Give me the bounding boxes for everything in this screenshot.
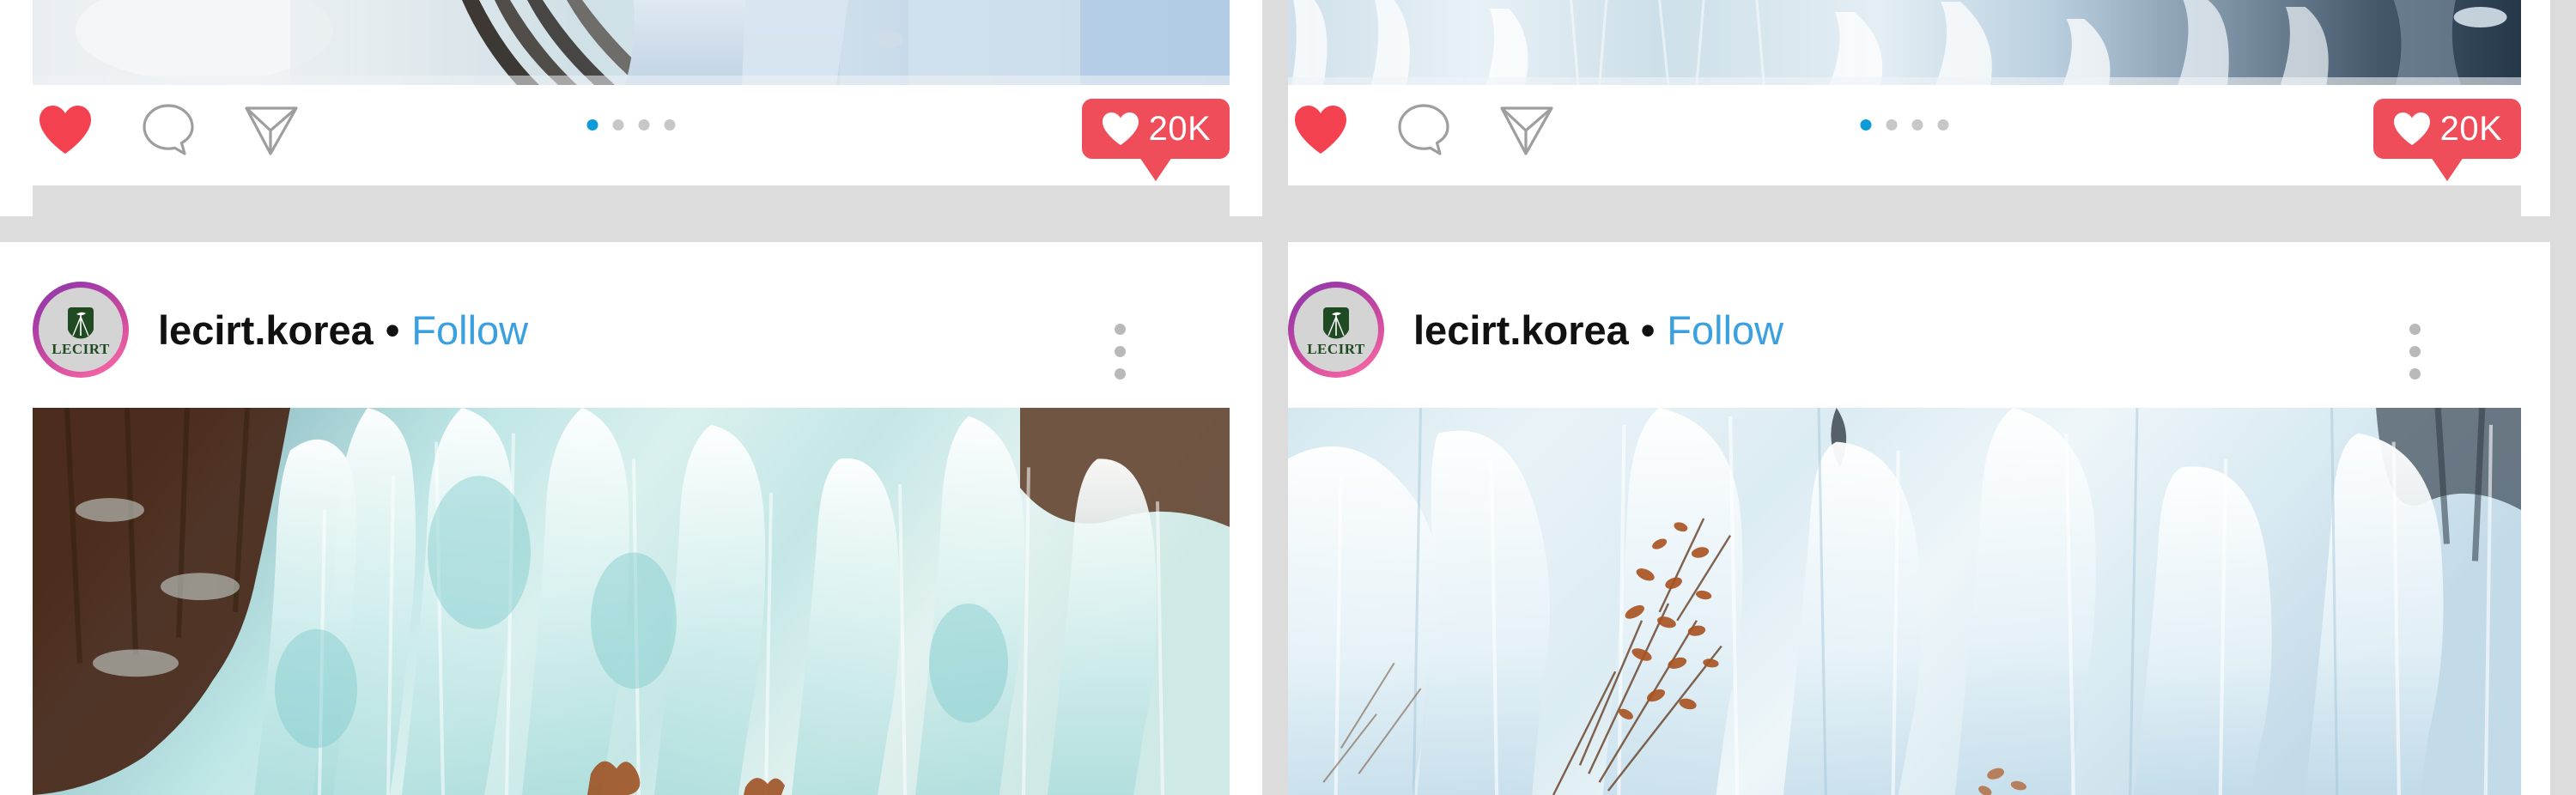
more-dot-1 — [2409, 323, 2421, 335]
post-header: LECIRT lecirt.korea • Follow — [33, 278, 1230, 381]
comment-bubble-icon[interactable] — [1391, 97, 1456, 162]
more-dot-3 — [1114, 367, 1126, 379]
carousel-dots[interactable] — [1860, 119, 1949, 130]
page-right-edge — [2573, 0, 2576, 795]
row-gutter — [0, 216, 2550, 242]
comment-bubble-icon[interactable] — [136, 97, 201, 162]
post-card-top-left: 20K — [0, 0, 1262, 216]
turquoise-ice-wall-photo — [33, 408, 1230, 795]
badge-heart-icon — [2393, 112, 2430, 145]
post-action-bar-top-right: 20K — [1288, 85, 2521, 183]
like-heart-icon[interactable] — [33, 97, 98, 162]
post-feed-grid: 20K 20K LECIRT lecirt.korea • Follow LEC… — [0, 0, 2576, 795]
avatar-wordmark: LECIRT — [52, 340, 110, 357]
post-author-line: lecirt.korea • Follow — [1413, 310, 1783, 350]
carousel-dot-1[interactable] — [586, 119, 598, 130]
more-dot-3 — [2409, 367, 2421, 379]
carousel-dot-1[interactable] — [1860, 119, 1872, 130]
heart-glyph — [39, 106, 91, 154]
heart-glyph — [1295, 106, 1346, 154]
carousel-dot-4[interactable] — [664, 119, 676, 130]
avatar[interactable]: LECIRT — [1288, 282, 1384, 378]
share-glyph — [1500, 106, 1553, 155]
more-dot-1 — [1114, 323, 1126, 335]
post-photo-bottom-right[interactable] — [1288, 408, 2521, 795]
post-author-line: lecirt.korea • Follow — [158, 310, 528, 350]
winter-portrait-photo — [33, 0, 1230, 85]
lecirt-logo-icon — [68, 306, 94, 338]
card-bottom-strip — [33, 185, 1230, 216]
carousel-dots[interactable] — [586, 119, 676, 130]
share-paper-plane-icon[interactable] — [1494, 97, 1559, 162]
share-paper-plane-icon[interactable] — [239, 97, 304, 162]
like-count-label: 20K — [1148, 110, 1212, 148]
share-glyph — [245, 106, 298, 155]
frozen-waterfall-photo — [1288, 0, 2521, 85]
post-card-top-right: 20K — [1288, 0, 2550, 216]
post-photo-bottom-left[interactable] — [33, 408, 1230, 795]
carousel-dot-3[interactable] — [1911, 119, 1923, 130]
lecirt-logo-icon — [1323, 306, 1349, 338]
action-icon-group — [1288, 97, 1559, 162]
carousel-dot-4[interactable] — [1937, 119, 1949, 130]
card-bottom-strip — [1288, 185, 2521, 216]
more-dot-2 — [2409, 345, 2421, 357]
post-card-bottom-left: LECIRT lecirt.korea • Follow — [0, 242, 1262, 795]
avatar[interactable]: LECIRT — [33, 282, 129, 378]
post-photo-top-left[interactable] — [33, 0, 1230, 85]
follow-button[interactable]: Follow — [1667, 310, 1783, 350]
carousel-dot-2[interactable] — [612, 119, 624, 130]
post-header: LECIRT lecirt.korea • Follow — [1288, 278, 2521, 381]
follow-button[interactable]: Follow — [411, 310, 528, 350]
username-label[interactable]: lecirt.korea — [1413, 310, 1629, 350]
name-separator-dot: • — [1640, 306, 1656, 353]
like-count-badge[interactable]: 20K — [2373, 99, 2521, 159]
more-vertical-dots-icon[interactable] — [2394, 319, 2435, 383]
column-gutter-top — [1262, 0, 1288, 216]
avatar-image: LECIRT — [1294, 288, 1378, 372]
more-dot-2 — [1114, 345, 1126, 357]
like-heart-icon[interactable] — [1288, 97, 1353, 162]
name-separator-dot: • — [385, 306, 400, 353]
post-action-bar-top-left: 20K — [33, 85, 1230, 183]
action-icon-group — [33, 97, 304, 162]
post-photo-top-right[interactable] — [1288, 0, 2521, 85]
comment-glyph — [1398, 104, 1449, 155]
carousel-dot-3[interactable] — [638, 119, 650, 130]
like-count-label: 20K — [2439, 110, 2503, 148]
more-vertical-dots-icon[interactable] — [1099, 319, 1140, 383]
pale-ice-wall-photo — [1288, 408, 2521, 795]
post-card-bottom-right: LECIRT lecirt.korea • Follow — [1288, 242, 2550, 795]
avatar-image: LECIRT — [39, 288, 123, 372]
comment-glyph — [143, 104, 194, 155]
carousel-dot-2[interactable] — [1886, 119, 1898, 130]
like-count-badge[interactable]: 20K — [1082, 99, 1230, 159]
username-label[interactable]: lecirt.korea — [158, 310, 374, 350]
avatar-wordmark: LECIRT — [1307, 340, 1365, 357]
badge-heart-icon — [1102, 112, 1139, 145]
